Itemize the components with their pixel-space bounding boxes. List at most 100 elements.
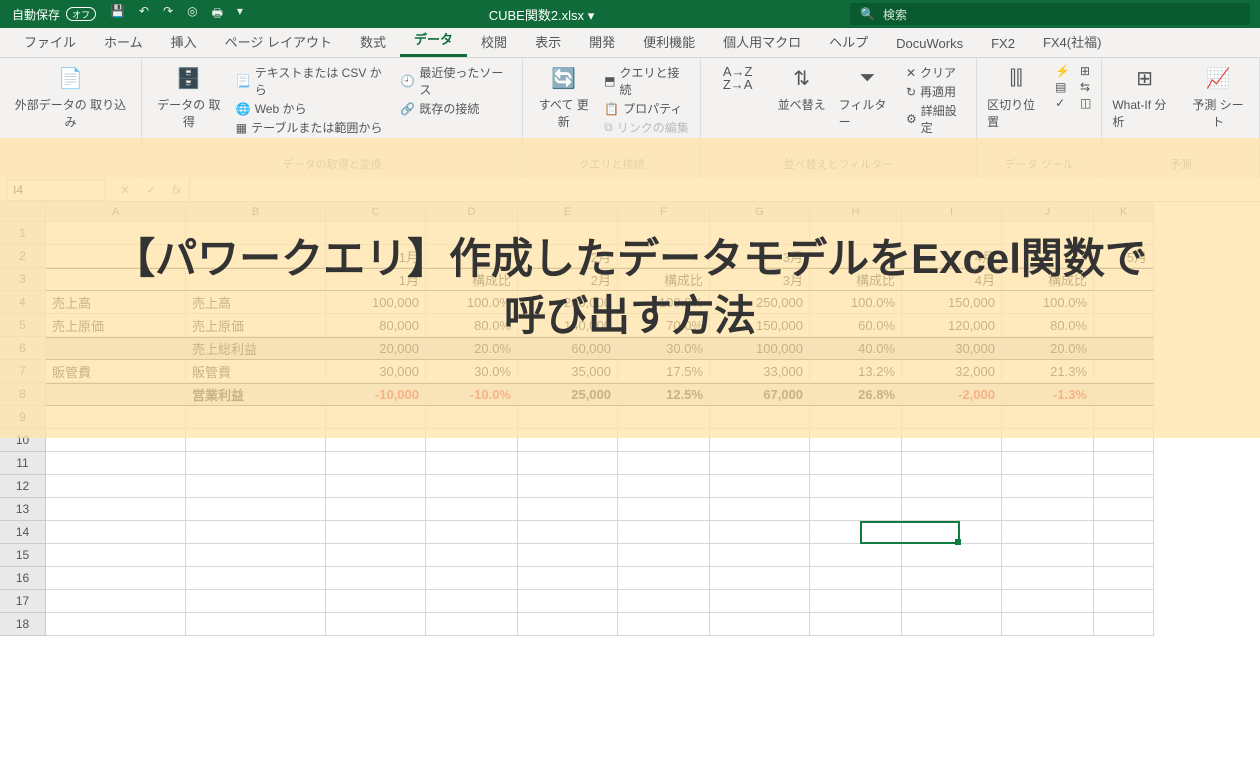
tab-FX4(社福)[interactable]: FX4(社福) (1029, 26, 1116, 57)
cell[interactable] (518, 613, 618, 636)
tab-表示[interactable]: 表示 (521, 26, 575, 57)
col-header[interactable]: A (46, 202, 186, 222)
cell[interactable] (710, 406, 810, 429)
cell[interactable] (902, 475, 1002, 498)
row-header[interactable]: 6 (0, 337, 46, 360)
cell[interactable] (810, 475, 902, 498)
tab-FX2[interactable]: FX2 (977, 30, 1029, 57)
cell[interactable] (1094, 406, 1154, 429)
cell[interactable]: 営業利益 (186, 383, 326, 406)
cell[interactable]: 60,000 (518, 337, 618, 360)
col-header[interactable]: E (518, 202, 618, 222)
tab-ページ レイアウト[interactable]: ページ レイアウト (211, 26, 346, 57)
cell[interactable]: 20.0% (1002, 337, 1094, 360)
cell[interactable] (426, 498, 518, 521)
cell[interactable]: 250,000 (710, 291, 810, 314)
row-header[interactable]: 5 (0, 314, 46, 337)
cell[interactable]: 35,000 (518, 360, 618, 383)
cell[interactable]: 売上高 (46, 291, 186, 314)
cell[interactable] (810, 452, 902, 475)
cell[interactable] (810, 613, 902, 636)
col-header[interactable]: G (710, 202, 810, 222)
cell[interactable] (46, 590, 186, 613)
cell[interactable] (426, 590, 518, 613)
cell[interactable]: 構成比 (618, 268, 710, 291)
cell[interactable]: 200,000 (518, 291, 618, 314)
cell[interactable] (518, 452, 618, 475)
cell[interactable]: 21.3% (1002, 360, 1094, 383)
cell[interactable] (186, 521, 326, 544)
col-header[interactable]: C (326, 202, 426, 222)
cell[interactable]: 売上原価 (186, 314, 326, 337)
cell[interactable] (46, 498, 186, 521)
formula-input[interactable] (189, 178, 1260, 201)
cell[interactable]: 13.2% (810, 360, 902, 383)
cell[interactable]: 3月 (710, 268, 810, 291)
tab-数式[interactable]: 数式 (346, 26, 400, 57)
cell[interactable]: 4月 (902, 268, 1002, 291)
from-web-button[interactable]: 🌐Web から (236, 100, 391, 117)
cell[interactable] (326, 498, 426, 521)
cell[interactable] (710, 521, 810, 544)
col-header[interactable]: K (1094, 202, 1154, 222)
row-header[interactable]: 13 (0, 498, 46, 521)
cell[interactable]: 20,000 (326, 337, 426, 360)
cell[interactable] (1002, 452, 1094, 475)
col-header[interactable]: F (618, 202, 710, 222)
cell[interactable] (710, 567, 810, 590)
cell[interactable] (902, 429, 1002, 452)
cell[interactable] (186, 268, 326, 291)
cell[interactable] (326, 222, 426, 245)
row-header[interactable]: 3 (0, 268, 46, 291)
cell[interactable] (618, 475, 710, 498)
cell[interactable]: 売上原価 (46, 314, 186, 337)
cell[interactable] (1002, 245, 1094, 268)
cell[interactable]: 80.0% (426, 314, 518, 337)
cell[interactable] (1094, 268, 1154, 291)
cell[interactable]: 17.5% (618, 360, 710, 383)
cell[interactable] (186, 245, 326, 268)
cell[interactable]: 32,000 (902, 360, 1002, 383)
cell[interactable] (186, 544, 326, 567)
cell[interactable] (1094, 429, 1154, 452)
cell[interactable]: -1.3% (1002, 383, 1094, 406)
cell[interactable] (618, 567, 710, 590)
cell[interactable]: 25,000 (518, 383, 618, 406)
cell[interactable] (518, 521, 618, 544)
cell[interactable] (46, 245, 186, 268)
external-data-button[interactable]: 📄 外部データの 取り込み (10, 64, 131, 130)
col-header[interactable]: J (1002, 202, 1094, 222)
cell[interactable]: 100.0% (1002, 291, 1094, 314)
cell[interactable]: 150,000 (902, 291, 1002, 314)
col-header[interactable]: I (902, 202, 1002, 222)
cell[interactable] (326, 475, 426, 498)
cell[interactable]: 4月 (902, 245, 1002, 268)
cell[interactable] (326, 567, 426, 590)
cell[interactable] (1002, 544, 1094, 567)
cell[interactable] (186, 475, 326, 498)
cell[interactable] (46, 544, 186, 567)
cell[interactable] (618, 613, 710, 636)
row-header[interactable]: 15 (0, 544, 46, 567)
cell[interactable] (46, 337, 186, 360)
cell[interactable] (1002, 613, 1094, 636)
cell[interactable] (810, 567, 902, 590)
cell[interactable] (46, 521, 186, 544)
cell[interactable] (426, 613, 518, 636)
row-header[interactable]: 8 (0, 383, 46, 406)
cell[interactable] (1094, 383, 1154, 406)
cell[interactable]: 67,000 (710, 383, 810, 406)
tab-便利機能[interactable]: 便利機能 (629, 26, 709, 57)
cell[interactable]: 100,000 (710, 337, 810, 360)
cell[interactable] (618, 544, 710, 567)
cell[interactable]: 2月 (518, 245, 618, 268)
flash-fill-button[interactable]: ⚡ (1055, 64, 1070, 78)
cell[interactable] (1002, 498, 1094, 521)
cell[interactable] (1002, 475, 1094, 498)
cell[interactable]: 2月 (518, 268, 618, 291)
col-header[interactable]: B (186, 202, 326, 222)
cell[interactable] (326, 406, 426, 429)
cell[interactable] (810, 222, 902, 245)
cell[interactable]: 30.0% (618, 337, 710, 360)
row-header[interactable]: 14 (0, 521, 46, 544)
